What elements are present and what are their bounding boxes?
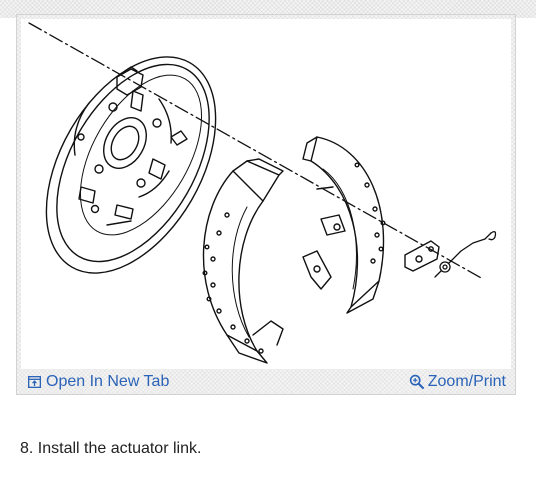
figure-panel: Open In New Tab Zoom/Print — [16, 14, 516, 395]
actuator-spring — [434, 231, 497, 278]
zoom-print-link[interactable]: Zoom/Print — [409, 373, 506, 391]
figure-toolbar: Open In New Tab Zoom/Print — [17, 369, 515, 395]
open-in-new-tab-label: Open In New Tab — [46, 373, 170, 390]
actuator-link — [404, 240, 440, 272]
magnifier-icon — [409, 374, 425, 390]
open-in-new-tab-link[interactable]: Open In New Tab — [28, 373, 169, 391]
brake-assembly-diagram — [21, 19, 511, 369]
open-in-new-tab-icon — [28, 376, 41, 388]
backing-plate — [45, 56, 217, 274]
brake-shoe-front — [302, 136, 386, 314]
brake-shoe-rear — [202, 158, 284, 364]
zoom-print-label: Zoom/Print — [427, 373, 506, 390]
step-instruction: 8. Install the actuator link. — [20, 440, 202, 457]
center-axis-line — [28, 22, 484, 280]
